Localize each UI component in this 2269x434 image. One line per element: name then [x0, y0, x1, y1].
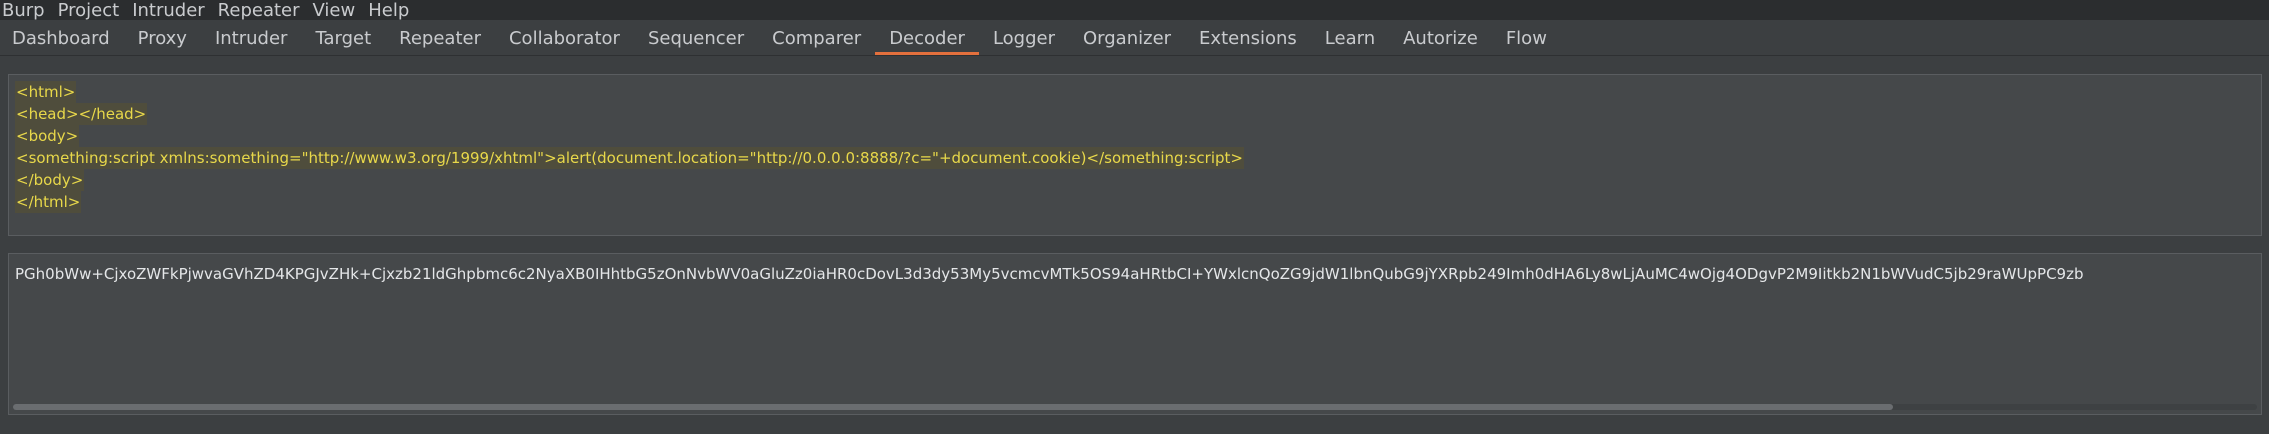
- input-line: <html>: [15, 81, 77, 103]
- input-line: <something:script xmlns:something="http:…: [15, 147, 1244, 169]
- menu-intruder[interactable]: Intruder: [128, 0, 213, 21]
- tab-autorize[interactable]: Autorize: [1389, 20, 1492, 55]
- tab-target[interactable]: Target: [301, 20, 385, 55]
- input-line: </body>: [15, 169, 85, 191]
- menu-project[interactable]: Project: [54, 0, 129, 21]
- tab-logger[interactable]: Logger: [979, 20, 1069, 55]
- tab-learn[interactable]: Learn: [1311, 20, 1389, 55]
- tab-extensions[interactable]: Extensions: [1185, 20, 1311, 55]
- tab-intruder[interactable]: Intruder: [201, 20, 301, 55]
- decoder-input-text[interactable]: <html> <head></head> <body> <something:s…: [15, 81, 1244, 213]
- tab-flow[interactable]: Flow: [1492, 20, 1561, 55]
- decoder-input-editor[interactable]: <html> <head></head> <body> <something:s…: [8, 74, 2262, 236]
- menu-burp[interactable]: Burp: [0, 0, 54, 21]
- decoder-output-editor[interactable]: PGh0bWw+CjxoZWFkPjwvaGVhZD4KPGJvZHk+Cjxz…: [8, 253, 2262, 415]
- main-tab-bar: Dashboard Proxy Intruder Target Repeater…: [0, 20, 2269, 56]
- menu-view[interactable]: View: [309, 0, 365, 21]
- tab-dashboard[interactable]: Dashboard: [0, 20, 124, 55]
- menu-help[interactable]: Help: [364, 0, 418, 21]
- menu-repeater[interactable]: Repeater: [214, 0, 309, 21]
- tab-repeater[interactable]: Repeater: [385, 20, 495, 55]
- tab-organizer[interactable]: Organizer: [1069, 20, 1185, 55]
- tab-comparer[interactable]: Comparer: [758, 20, 875, 55]
- tab-collaborator[interactable]: Collaborator: [495, 20, 634, 55]
- scrollbar-thumb[interactable]: [13, 404, 1893, 410]
- input-line: </html>: [15, 191, 82, 213]
- input-line: <head></head>: [15, 103, 148, 125]
- menu-bar: Burp Project Intruder Repeater View Help: [0, 0, 2269, 21]
- tab-decoder[interactable]: Decoder: [875, 20, 979, 55]
- tab-sequencer[interactable]: Sequencer: [634, 20, 758, 55]
- decoder-output-text[interactable]: PGh0bWw+CjxoZWFkPjwvaGVhZD4KPGJvZHk+Cjxz…: [15, 263, 2083, 285]
- tab-proxy[interactable]: Proxy: [124, 20, 201, 55]
- input-line: <body>: [15, 125, 80, 147]
- horizontal-scrollbar[interactable]: [13, 404, 2257, 410]
